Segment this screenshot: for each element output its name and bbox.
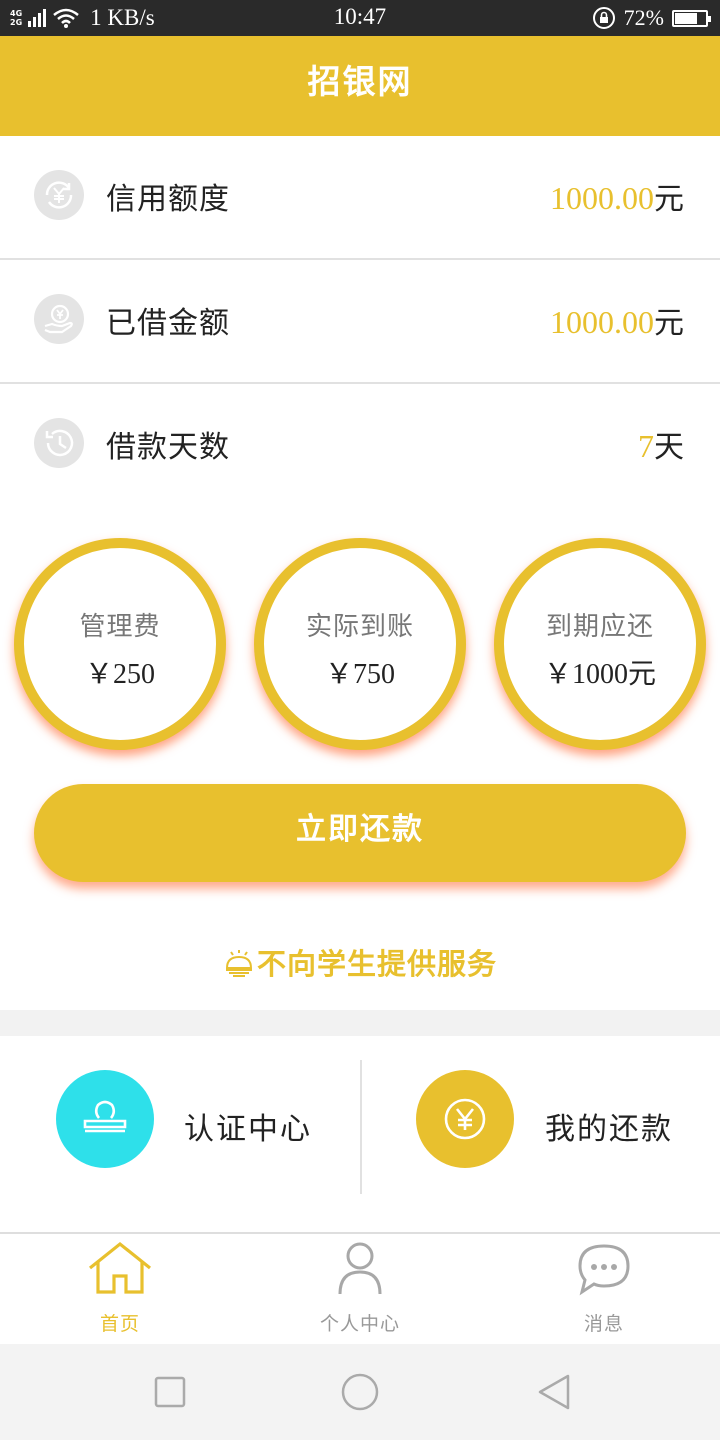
section-separator: [0, 1010, 720, 1036]
row-value: 7天: [638, 428, 684, 465]
stamp-icon: [56, 1070, 154, 1168]
notice: 不向学生提供服务: [0, 940, 720, 984]
yen-refresh-icon: [34, 170, 84, 220]
repay-now-button[interactable]: 立即还款: [34, 784, 686, 882]
info-row-loan-days: 借款天数 7天: [0, 384, 720, 507]
circle-label: 管理费: [79, 612, 161, 642]
certification-center-button[interactable]: 认证中心: [0, 1036, 360, 1232]
tab-label: 首页: [99, 1313, 140, 1335]
person-icon: [338, 1242, 382, 1295]
battery-level: [675, 12, 697, 24]
yen-hand-icon: [34, 294, 84, 344]
history-clock-icon: [34, 418, 84, 468]
circle-amount: ￥1000元: [543, 659, 656, 690]
row-label: 借款天数: [106, 430, 230, 465]
row-label: 信用额度: [106, 182, 230, 217]
quick-label: 我的还款: [545, 1112, 673, 1147]
app-header: 招银网: [0, 36, 720, 136]
tab-messages[interactable]: 消息: [484, 1234, 720, 1344]
tab-label: 个人中心: [319, 1313, 400, 1335]
status-bar: 4G 2G 1 KB/s 10:47 72%: [0, 0, 720, 36]
rotation-lock-icon: [592, 7, 615, 29]
my-repayment-button[interactable]: 我的还款: [362, 1036, 720, 1232]
fee-circle: 管理费 ￥250: [14, 538, 226, 750]
circle-amount: ￥750: [324, 659, 395, 690]
circle-label: 实际到账: [305, 612, 414, 642]
actual-received-circle: 实际到账 ￥750: [254, 538, 466, 750]
tab-personal-center[interactable]: 个人中心: [240, 1234, 480, 1344]
circle-amount: ￥250: [84, 659, 155, 690]
info-row-credit-limit: 信用额度 1000.00元: [0, 136, 720, 259]
battery-icon: [672, 9, 711, 27]
info-row-borrowed-amount: 已借金额 1000.00元: [0, 260, 720, 383]
page-title: 招银网: [307, 62, 413, 101]
system-nav-bar: [0, 1344, 720, 1440]
home-nav-button[interactable]: [340, 1372, 380, 1412]
bell-icon: [225, 950, 252, 977]
notice-text: 不向学生提供服务: [256, 947, 497, 981]
quick-label: 认证中心: [184, 1112, 312, 1147]
due-amount-circle: 到期应还 ￥1000元: [494, 538, 706, 750]
battery-percent: 72%: [623, 5, 664, 30]
back-nav-button[interactable]: [534, 1372, 574, 1412]
row-value: 1000.00元: [550, 180, 684, 217]
status-right: 72%: [592, 3, 711, 33]
yen-coin-icon: [416, 1070, 514, 1168]
tab-label: 消息: [583, 1313, 624, 1335]
home-icon: [89, 1241, 151, 1294]
row-label: 已借金额: [106, 306, 230, 341]
row-value: 1000.00元: [550, 304, 684, 341]
recent-apps-button[interactable]: [150, 1372, 190, 1412]
tab-home[interactable]: 首页: [0, 1234, 240, 1344]
chat-bubble-icon: [578, 1244, 630, 1296]
circle-label: 到期应还: [545, 612, 654, 642]
